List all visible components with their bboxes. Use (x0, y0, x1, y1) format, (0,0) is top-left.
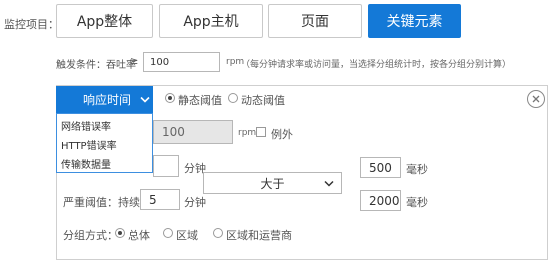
static-threshold-label: 静态阈值 (178, 94, 222, 107)
severe-value-unit: 毫秒 (406, 196, 428, 209)
grouping-region-label: 区域 (176, 229, 198, 242)
metric-option-http-error[interactable]: HTTP错误率 (61, 137, 117, 152)
dynamic-threshold-label: 动态阈值 (241, 94, 285, 107)
static-threshold-radio[interactable] (165, 93, 175, 103)
close-rule-button[interactable] (527, 90, 545, 108)
tab-page[interactable]: 页面 (268, 4, 362, 38)
exception-label: 例外 (271, 128, 293, 141)
metric-select[interactable]: 响应时间 (56, 86, 153, 113)
grouping-label: 分组方式： (63, 229, 118, 242)
tab-key-element[interactable]: 关键元素 (368, 4, 461, 38)
grouping-region-carrier-label: 区域和运营商 (226, 229, 292, 242)
chevron-down-icon (324, 180, 334, 187)
grouping-region-carrier-radio[interactable] (213, 228, 223, 238)
metric-option-data-transfer[interactable]: 传输数据量 (61, 156, 111, 171)
grouping-overall-label: 总体 (128, 229, 150, 242)
trigger-hint: （每分钟请求率或访问量，当选择分组统计时，按各分组分别计算） (241, 60, 512, 70)
trigger-label: 触发条件：吞吐率 (56, 60, 136, 71)
severe-duration-input[interactable]: 5 (140, 189, 180, 210)
close-icon (532, 95, 540, 103)
tab-app-host[interactable]: App主机 (159, 4, 263, 38)
metric-selected-label: 响应时间 (83, 93, 132, 107)
severe-label: 严重阈值：持续 (63, 196, 140, 209)
trigger-operator: ≥ (130, 56, 139, 67)
warning-value-input[interactable]: 500 (360, 157, 401, 178)
chevron-down-icon (140, 96, 150, 103)
tab-app-overall[interactable]: App整体 (56, 4, 153, 38)
monitor-label: 监控项目： (4, 18, 59, 31)
warning-duration-input[interactable] (153, 155, 179, 177)
metric-dropdown: 网络错误率 HTTP错误率 传输数据量 (56, 113, 153, 173)
metric-option-network-error[interactable]: 网络错误率 (61, 118, 111, 133)
comparator-label: 大于 (260, 176, 285, 191)
grouping-overall-radio[interactable] (115, 228, 125, 238)
severe-value-input[interactable]: 2000 (360, 190, 401, 211)
exception-checkbox[interactable] (256, 127, 266, 137)
comparator-select[interactable]: 大于 (203, 172, 342, 194)
dynamic-threshold-radio[interactable] (228, 93, 238, 103)
severe-duration-unit: 分钟 (184, 196, 206, 209)
warning-value-unit: 毫秒 (406, 163, 428, 176)
throughput-unit: rpm (238, 128, 257, 138)
throughput-value-input: 100 (153, 120, 233, 144)
grouping-region-radio[interactable] (163, 228, 173, 238)
trigger-value-input[interactable]: 100 (143, 52, 220, 72)
